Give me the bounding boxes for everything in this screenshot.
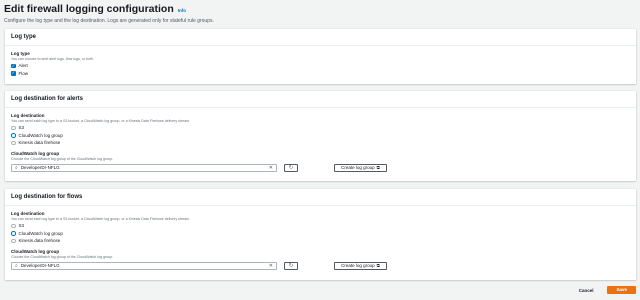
external-link-icon: ⧉ — [376, 165, 380, 170]
flows-radio-kinesis[interactable]: Kinesis data firehose — [11, 237, 630, 245]
alerts-destination-panel: Log destination for alerts Log destinati… — [5, 91, 636, 181]
search-icon: ⌕ — [15, 164, 18, 171]
alerts-log-group-select[interactable]: ⌕ DeveloperDr-NFLG ✕ — [11, 163, 277, 172]
create-log-group-label: Create log group — [341, 263, 375, 268]
page-title: Edit firewall logging configuration — [4, 3, 174, 15]
radio-icon[interactable] — [11, 231, 16, 236]
radio-label: Kinesis data firehose — [18, 140, 61, 146]
external-link-icon: ⧉ — [376, 263, 380, 268]
alerts-radio-cloudwatch[interactable]: CloudWatch log group — [11, 132, 630, 140]
alerts-radio-s3[interactable]: S3 — [11, 124, 630, 132]
flow-checkbox-option[interactable]: ✓ Flow — [11, 70, 630, 78]
alerts-log-group-value: DeveloperDr-NFLG — [20, 165, 60, 170]
alerts-radio-kinesis[interactable]: Kinesis data firehose — [11, 139, 630, 147]
radio-label: S3 — [18, 223, 25, 229]
search-icon: ⌕ — [15, 262, 18, 269]
flows-destination-panel: Log destination for flows Log destinatio… — [5, 189, 636, 280]
alert-checkbox-option[interactable]: ✓ Alert — [11, 62, 630, 70]
cancel-button[interactable]: Cancel — [575, 288, 598, 293]
clear-icon[interactable]: ✕ — [269, 262, 273, 270]
create-log-group-label: Create log group — [341, 165, 375, 170]
alerts-destination-header: Log destination for alerts — [5, 91, 636, 108]
radio-icon[interactable] — [11, 140, 16, 145]
alert-checkbox-label: Alert — [18, 63, 28, 69]
refresh-icon: ↻ — [288, 164, 294, 171]
flow-checkbox-label: Flow — [18, 70, 29, 76]
form-footer: Cancel Save — [575, 286, 636, 294]
flows-create-log-group-button[interactable]: Create log group ⧉ — [334, 261, 387, 270]
alerts-log-group-description: Choose the CloudWatch log group of the C… — [11, 156, 114, 161]
alert-checkbox[interactable]: ✓ — [11, 63, 16, 68]
log-type-header: Log type — [5, 29, 636, 46]
radio-icon[interactable] — [11, 125, 16, 130]
page-subtitle: Configure the log type and the log desti… — [4, 18, 214, 24]
radio-icon[interactable] — [11, 238, 16, 243]
radio-label: CloudWatch log group — [18, 230, 63, 236]
radio-label: Kinesis data firehose — [18, 238, 61, 244]
refresh-icon: ↻ — [288, 262, 294, 269]
flow-checkbox[interactable]: ✓ — [11, 70, 16, 76]
flows-radio-cloudwatch[interactable]: CloudWatch log group — [11, 230, 630, 238]
alerts-refresh-button[interactable]: ↻ — [284, 163, 298, 172]
clear-icon[interactable]: ✕ — [269, 164, 273, 172]
alerts-create-log-group-button[interactable]: Create log group ⧉ — [334, 163, 387, 172]
page-header: Edit firewall logging configuration Info… — [4, 3, 214, 24]
save-button[interactable]: Save — [607, 286, 636, 294]
radio-label: CloudWatch log group — [18, 132, 63, 138]
flows-destination-header: Log destination for flows — [5, 189, 636, 206]
info-link[interactable]: Info — [178, 8, 186, 13]
radio-icon[interactable] — [11, 223, 16, 228]
log-type-panel: Log type Log type You can choose to emit… — [5, 29, 636, 84]
radio-icon[interactable] — [11, 133, 16, 138]
flows-log-group-value: DeveloperDr-NFLG — [20, 263, 60, 268]
radio-label: S3 — [18, 125, 25, 131]
flows-refresh-button[interactable]: ↻ — [284, 261, 298, 270]
flows-log-group-select[interactable]: ⌕ DeveloperDr-NFLG ✕ — [11, 261, 277, 270]
flows-log-group-description: Choose the CloudWatch log group of the C… — [11, 254, 114, 259]
flows-radio-s3[interactable]: S3 — [11, 222, 630, 230]
